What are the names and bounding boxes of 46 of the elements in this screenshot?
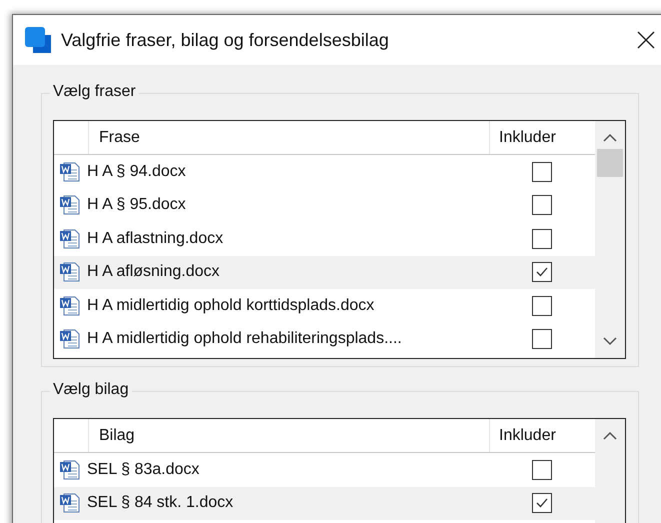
list-row[interactable]: SEL § 83a.docx [54,453,595,486]
close-icon[interactable] [637,31,655,49]
file-name: H A aflastning.docx [87,230,224,248]
list-row[interactable]: H A § 95.docx [54,188,595,222]
window-title: Valgfrie fraser, bilag og forsendelsesbilag [61,30,390,50]
group-title: Vælg fraser [50,83,139,101]
include-checkbox[interactable] [532,460,552,480]
include-checkbox[interactable] [532,493,552,514]
list-row[interactable]: H A aflastning.docx [54,222,595,256]
list-row[interactable]: H A midlertidig ophold rehabiliteringsplads.... [54,322,595,356]
document-icon [59,328,81,350]
include-checkbox[interactable] [532,329,552,350]
include-checkbox[interactable] [532,228,552,249]
document-icon [59,458,81,481]
file-name: H A § 94.docx [87,162,187,181]
list-row[interactable]: H A afløsning.docx [54,256,595,289]
scrollbar[interactable] [595,121,625,358]
include-checkbox[interactable] [532,195,552,216]
app-icon [25,27,51,53]
column-header[interactable]: Frase [89,121,490,154]
file-name: H A midlertidig ophold korttidsplads.docx [87,296,376,315]
document-icon [59,492,81,514]
scroll-up-icon[interactable] [603,431,617,441]
file-name: H A midlertidig ophold rehabiliteringsplads.... [87,330,403,348]
scroll-up-icon[interactable] [603,133,617,143]
file-name: SEL § 83a.docx [87,460,200,479]
include-checkbox[interactable] [532,162,552,182]
file-name: H A afløsning.docx [87,263,221,282]
file-name: SEL § 84 stk. 1.docx [87,494,234,512]
document-icon [59,194,81,216]
include-checkbox[interactable] [532,296,552,316]
document-icon [59,261,81,284]
column-header[interactable]: Inkluder [490,121,595,154]
column-header[interactable]: Inkluder [490,419,595,452]
list-row[interactable]: SEL § 84 stk. 1.docx [54,486,595,520]
include-checkbox[interactable] [532,262,552,282]
list-row[interactable]: H A § 94.docx [54,155,595,188]
document-icon [59,160,81,183]
group-title: Vælg bilag [50,381,132,399]
scrollbar-thumb[interactable] [597,149,623,177]
list-row[interactable]: H A midlertidig ophold korttidsplads.docx [54,289,595,322]
document-icon [59,294,81,317]
scroll-down-icon[interactable] [603,336,617,346]
document-icon [59,228,81,250]
column-header[interactable]: Bilag [89,419,490,452]
file-name: H A § 95.docx [87,196,187,214]
